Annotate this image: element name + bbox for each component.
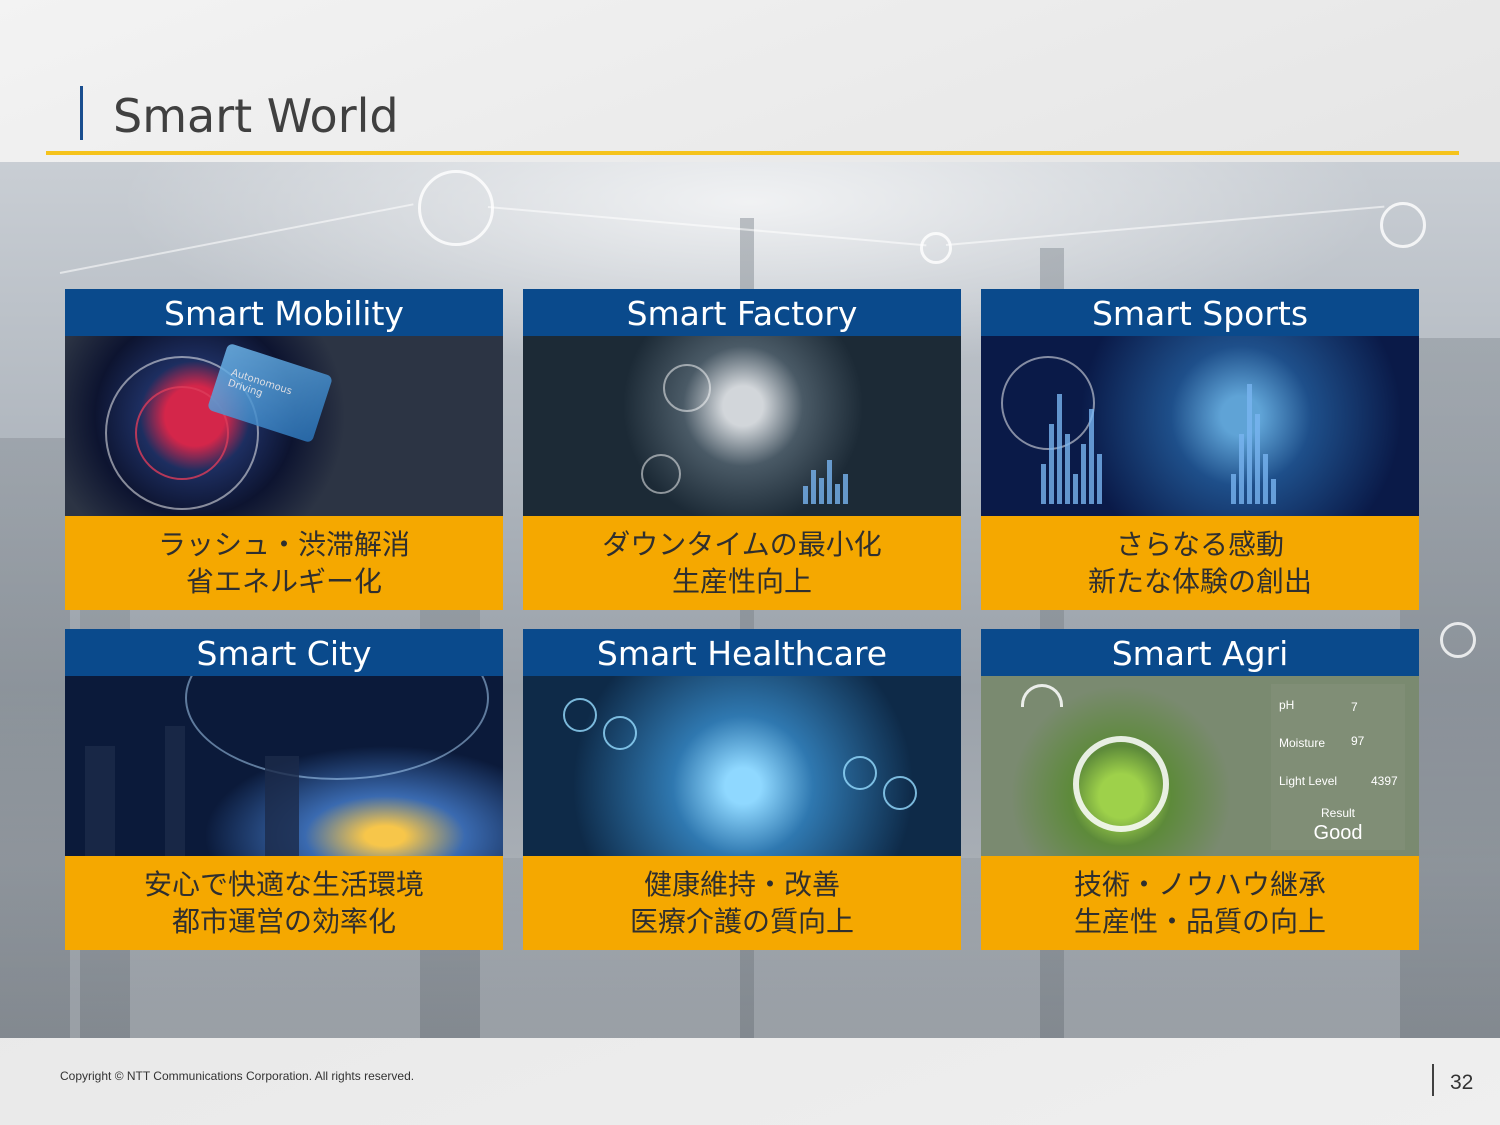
caption-line: 安心で快適な生活環境	[143, 868, 424, 901]
page-number: 32	[1450, 1071, 1474, 1094]
network-node	[920, 232, 952, 264]
plant-sensor-image: pH 7 Moisture 97 Light Level 4397 Result…	[981, 676, 1419, 856]
medical-hologram-image	[523, 676, 961, 856]
card-smart-healthcare: Smart Healthcare 健康維持・改善 医療介護の質向上	[523, 629, 961, 950]
card-title: Smart Factory	[523, 289, 961, 336]
card-title: Smart Sports	[981, 289, 1419, 336]
caption-line: 新たな体験の創出	[1087, 565, 1312, 598]
page-title: Smart World	[113, 89, 399, 143]
waveform-graphic	[803, 460, 848, 504]
card-caption: 技術・ノウハウ継承 生産性・品質の向上	[981, 856, 1419, 950]
building	[165, 726, 185, 856]
caption-line: 健康維持・改善	[643, 868, 840, 901]
caption-line: 医療介護の質向上	[629, 905, 854, 938]
caption-line: さらなる感動	[1115, 528, 1284, 561]
ph-value: 7	[1351, 700, 1358, 714]
card-smart-mobility: Smart Mobility Autonomous Driving ラッシュ・渋…	[65, 289, 503, 610]
card-caption: 健康維持・改善 医療介護の質向上	[523, 856, 961, 950]
caption-line: 都市運営の効率化	[171, 905, 396, 938]
card-caption: 安心で快適な生活環境 都市運営の効率化	[65, 856, 503, 950]
hex-icon	[843, 756, 877, 790]
night-city-image	[65, 676, 503, 856]
result-label: Result	[1320, 806, 1355, 820]
card-title: Smart Healthcare	[523, 629, 961, 676]
card-title: Smart Agri	[981, 629, 1419, 676]
hex-icon	[883, 776, 917, 810]
network-link	[487, 206, 927, 247]
building	[85, 746, 115, 856]
card-smart-city: Smart City 安心で快適な生活環境 都市運営の効率化	[65, 629, 503, 950]
network-node	[1440, 622, 1476, 658]
card-smart-sports: Smart Sports さらなる感動 新たな体験の創出	[981, 289, 1419, 610]
title-underline	[46, 151, 1459, 155]
bar-graphic	[1041, 394, 1102, 504]
light-label: Light Level	[1279, 774, 1338, 788]
card-caption: さらなる感動 新たな体験の創出	[981, 516, 1419, 610]
card-caption: ラッシュ・渋滞解消 省エネルギー化	[65, 516, 503, 610]
caption-line: 生産性向上	[671, 565, 812, 598]
network-node	[1380, 202, 1426, 248]
ph-label: pH	[1279, 698, 1295, 712]
page-number-divider	[1432, 1064, 1434, 1096]
hex-icon	[563, 698, 597, 732]
card-title: Smart City	[65, 629, 503, 676]
card-smart-agri: Smart Agri pH 7 Moisture 97 Light Level …	[981, 629, 1419, 950]
caption-line: ダウンタイムの最小化	[602, 528, 882, 561]
card-title: Smart Mobility	[65, 289, 503, 336]
focus-ring	[1073, 736, 1169, 832]
hud-ring	[663, 364, 711, 412]
result-value: Good	[1313, 822, 1363, 844]
wifi-icon	[1021, 684, 1063, 707]
card-caption: ダウンタイムの最小化 生産性向上	[523, 516, 961, 610]
sensor-readout-panel: pH 7 Moisture 97 Light Level 4397 Result…	[1271, 684, 1405, 850]
caption-line: 省エネルギー化	[185, 565, 382, 598]
caption-line: 生産性・品質の向上	[1073, 905, 1326, 938]
copyright-notice: Copyright © NTT Communications Corporati…	[60, 1069, 415, 1083]
caption-line: 技術・ノウハウ継承	[1073, 868, 1326, 901]
building	[265, 756, 299, 856]
caption-line: ラッシュ・渋滞解消	[157, 528, 410, 561]
moisture-value: 97	[1351, 734, 1365, 748]
light-value: 4397	[1371, 774, 1398, 788]
autonomous-driving-image: Autonomous Driving	[65, 336, 503, 516]
network-node	[418, 170, 494, 246]
network-link	[945, 205, 1385, 246]
runner-data-image	[981, 336, 1419, 516]
moisture-label: Moisture	[1279, 736, 1326, 750]
card-smart-factory: Smart Factory ダウンタイムの最小化 生産性向上	[523, 289, 961, 610]
hud-ring	[641, 454, 681, 494]
network-arc	[185, 676, 489, 780]
title-accent-bar	[80, 86, 83, 140]
bar-graphic	[1231, 384, 1276, 504]
factory-worker-image	[523, 336, 961, 516]
hex-icon	[603, 716, 637, 750]
network-link	[59, 203, 414, 274]
